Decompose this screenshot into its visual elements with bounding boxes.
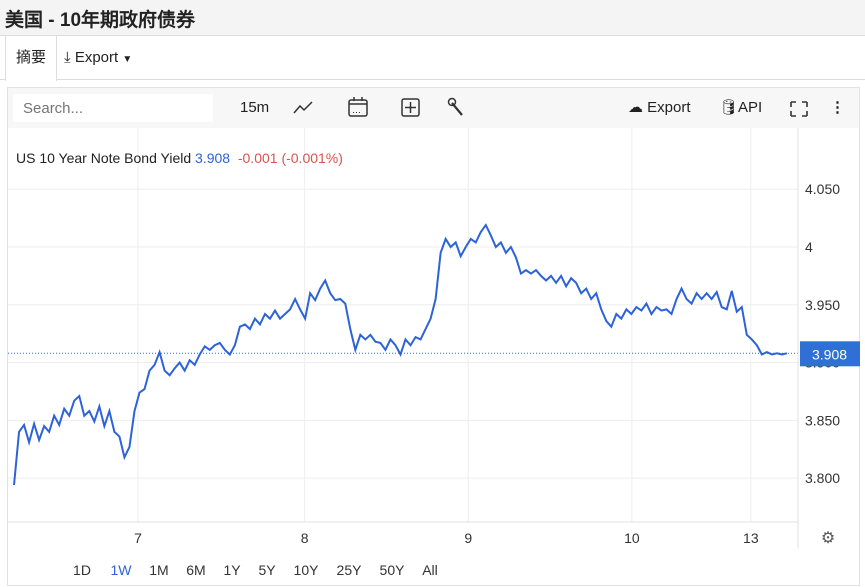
x-tick-label: 7: [134, 530, 142, 546]
y-tick-label: 3.850: [805, 412, 840, 428]
settings-icon[interactable]: ⚙: [821, 530, 835, 547]
range-button-1d[interactable]: 1D: [73, 562, 91, 578]
range-button-50y[interactable]: 50Y: [380, 562, 405, 578]
range-button-10y[interactable]: 10Y: [294, 562, 319, 578]
y-tick-label: 4.050: [805, 181, 840, 197]
range-button-5y[interactable]: 5Y: [258, 562, 275, 578]
legend-change: -0.001 (-0.001%): [237, 150, 343, 166]
x-tick-label: 8: [301, 530, 309, 546]
range-button-1m[interactable]: 1M: [149, 562, 168, 578]
y-tick-label: 3.950: [805, 297, 840, 313]
legend-name: US 10 Year Note Bond Yield: [16, 150, 192, 166]
legend-value: 3.908: [195, 150, 231, 166]
x-tick-label: 13: [743, 530, 759, 546]
last-price-label: 3.908: [812, 346, 847, 362]
x-tick-label: 10: [624, 530, 640, 546]
chart-legend: US 10 Year Note Bond Yield 3.908 -0.001 …: [16, 150, 343, 166]
y-tick-label: 4: [805, 239, 813, 255]
range-button-6m[interactable]: 6M: [186, 562, 205, 578]
range-button-1w[interactable]: 1W: [111, 562, 132, 578]
range-button-1y[interactable]: 1Y: [223, 562, 240, 578]
range-button-all[interactable]: All: [422, 562, 438, 578]
series-line: [13, 223, 788, 486]
y-tick-label: 3.800: [805, 470, 840, 486]
x-tick-label: 9: [464, 530, 472, 546]
range-button-25y[interactable]: 25Y: [337, 562, 362, 578]
chart-plot[interactable]: 3.8003.8503.9003.95044.05078910133.908 ⚙: [0, 0, 865, 587]
